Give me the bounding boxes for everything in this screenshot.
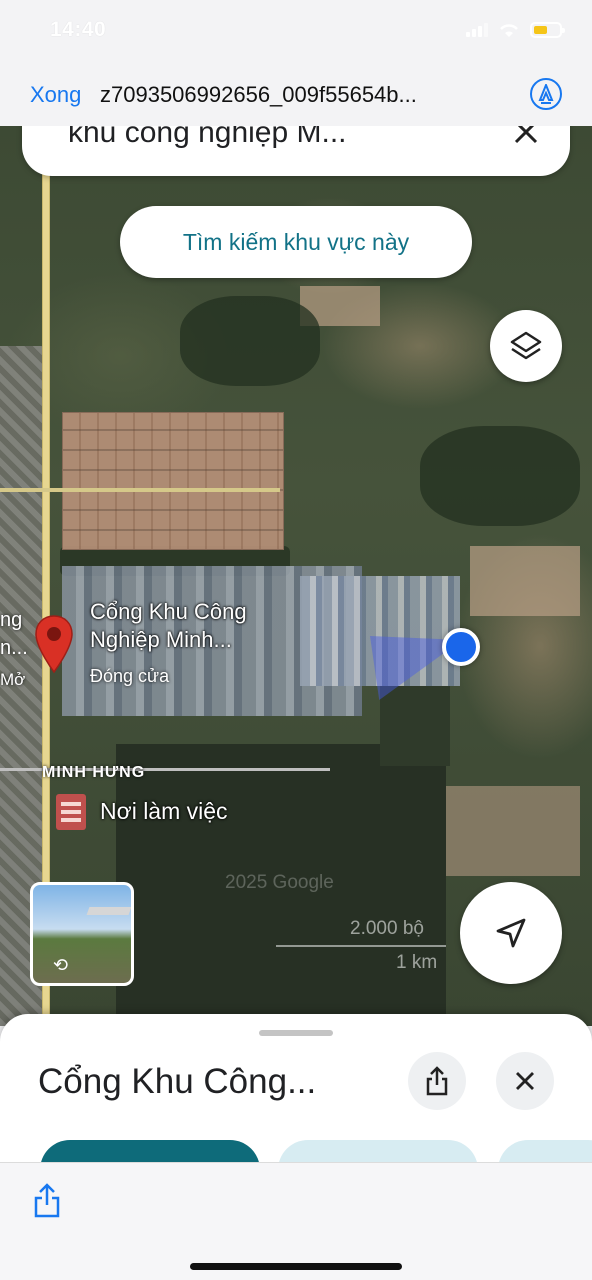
scale-bar: [276, 945, 446, 947]
done-button[interactable]: Xong: [30, 82, 81, 108]
street-view-rotate-icon: ⟲: [53, 955, 69, 975]
viewer-header: 14:40 Xong z7093506992656_009f55654b...: [0, 0, 592, 126]
navigation-arrow-icon: [496, 918, 526, 948]
scale-km: 1 km: [396, 952, 438, 973]
map-pin-icon: [35, 615, 73, 674]
map-field: [470, 546, 580, 616]
more-chip[interactable]: [498, 1140, 592, 1164]
share-place-button[interactable]: [408, 1052, 466, 1110]
scale-feet: 2.000 bộ: [350, 918, 424, 939]
close-sheet-button[interactable]: [496, 1052, 554, 1110]
share-icon[interactable]: [32, 1183, 62, 1219]
street-view-roof: [86, 907, 131, 915]
map-watermark: 2025 Google: [225, 872, 334, 893]
place-status: Đóng cửa: [90, 666, 170, 686]
status-icons: [466, 22, 565, 38]
place-label[interactable]: Cổng Khu Công Nghiệp Minh...: [90, 598, 247, 654]
markup-icon: [538, 84, 554, 104]
directions-chip[interactable]: [40, 1140, 260, 1164]
place-bottom-sheet[interactable]: Cổng Khu Công...: [0, 1014, 592, 1164]
layers-button[interactable]: [490, 310, 562, 382]
clipped-place-label[interactable]: ng n...: [0, 606, 28, 662]
clipped-place-name: ng: [0, 609, 23, 631]
map-plantation: [380, 686, 450, 766]
viewer-toolbar: [0, 1162, 592, 1280]
selected-place-marker[interactable]: [34, 614, 74, 681]
user-location-dot[interactable]: [442, 628, 480, 666]
place-label-line2: Nghiệp Minh...: [90, 627, 232, 652]
street-view-thumbnail[interactable]: ⟲: [30, 882, 134, 986]
wifi-icon: [500, 24, 518, 37]
sheet-title: Cổng Khu Công...: [38, 1062, 317, 1101]
map-field: [440, 786, 580, 876]
clipped-place-status: Mở: [0, 670, 26, 689]
home-indicator[interactable]: [190, 1263, 402, 1270]
share-icon: [426, 1066, 448, 1096]
markup-button[interactable]: [530, 78, 562, 110]
map-forest: [180, 296, 320, 386]
map-industrial-lots: [62, 412, 284, 550]
sheet-drag-handle[interactable]: [259, 1030, 333, 1036]
clipped-place-name: n...: [0, 637, 28, 659]
map-forest: [420, 426, 580, 526]
my-location-button[interactable]: [460, 882, 562, 984]
close-icon: [516, 1072, 534, 1090]
building-icon[interactable]: [56, 794, 86, 830]
signal-icon: [466, 23, 488, 37]
area-label: MINH HƯNG: [42, 764, 146, 781]
start-chip[interactable]: [278, 1140, 478, 1164]
search-this-area-button[interactable]: Tìm kiếm khu vực này: [120, 206, 472, 278]
status-time: 14:40: [50, 18, 107, 41]
work-label[interactable]: Nơi làm việc: [100, 798, 228, 825]
place-label-line1: Cổng Khu Công: [90, 599, 247, 624]
file-title: z7093506992656_009f55654b...: [100, 82, 417, 107]
battery-icon: [530, 22, 565, 38]
map-road: [0, 488, 280, 492]
layers-icon: [510, 331, 542, 360]
